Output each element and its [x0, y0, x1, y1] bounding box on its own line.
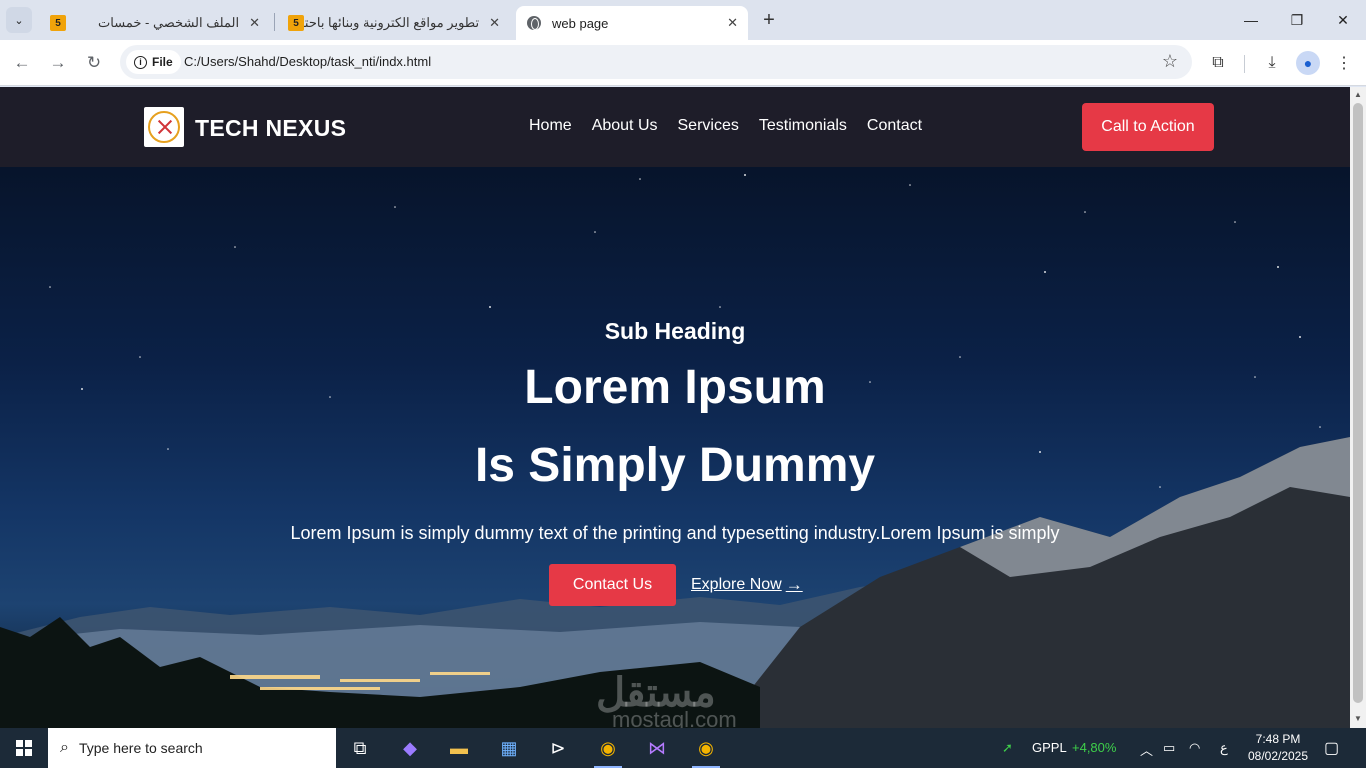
minimize-button[interactable]: — — [1228, 0, 1274, 40]
nav-home[interactable]: Home — [529, 117, 572, 135]
stock-name[interactable]: GPPL — [1032, 740, 1067, 755]
browser-tab[interactable]: 5 تطوير مواقع الكترونية وبنائها باحتر ✕ — [278, 6, 510, 40]
chevron-down-icon: ⌄ — [14, 14, 24, 27]
explore-now-link[interactable]: Explore Now → — [691, 575, 803, 595]
nav-testimonials[interactable]: Testimonials — [759, 117, 847, 135]
menu-kebab-icon[interactable]: ⋮ — [1332, 51, 1356, 75]
bookmark-star-icon[interactable]: ☆ — [1162, 51, 1178, 72]
visual-studio-icon[interactable]: ⋈ — [641, 732, 673, 764]
brand-name[interactable]: TECH NEXUS — [195, 115, 346, 142]
copilot-icon[interactable]: ◆ — [394, 732, 426, 764]
contact-us-button[interactable]: Contact Us — [549, 564, 676, 606]
globe-icon — [526, 15, 542, 31]
file-explorer-icon[interactable]: ▬ — [443, 732, 475, 764]
extensions-puzzle-icon[interactable]: ⧉ — [1206, 51, 1230, 75]
close-window-button[interactable]: ✕ — [1320, 0, 1366, 40]
microsoft-store-icon[interactable]: ▦ — [493, 732, 525, 764]
khamsat-favicon-icon: 5 — [50, 15, 66, 31]
browser-toolbar: ← → ↻ i File C:/Users/Shahd/Desktop/task… — [0, 40, 1366, 86]
forward-arrow-icon[interactable]: → — [46, 51, 70, 75]
windows-taskbar: ⌕ Type here to search ⧉ ◆ ▬ ▦ ⊳ ◉ ⋈ ◉ ➚ … — [0, 728, 1366, 768]
tab-strip: ⌄ 5 الملف الشخصي - خمسات ✕ 5 تطوير مواقع… — [0, 0, 1366, 40]
main-menu: Home About Us Services Testimonials Cont… — [529, 117, 922, 135]
hero-sub-heading: Sub Heading — [604, 318, 746, 344]
explore-now-label: Explore Now — [691, 576, 782, 593]
stock-change[interactable]: +4,80% — [1072, 740, 1116, 755]
tab-search-button[interactable]: ⌄ — [6, 7, 32, 33]
hero-title-line-1: Lorem Ipsum — [524, 361, 826, 414]
mostaql-watermark-url: mostaql.com — [612, 707, 737, 728]
scroll-down-icon[interactable]: ▼ — [1354, 714, 1362, 723]
vertical-scrollbar[interactable]: ▲ ▼ — [1350, 87, 1366, 728]
page-viewport: TECH NEXUS Home About Us Services Testim… — [0, 87, 1350, 728]
search-icon: ⌕ — [60, 739, 69, 756]
nav-contact[interactable]: Contact — [867, 117, 922, 135]
nav-about-us[interactable]: About Us — [592, 117, 658, 135]
tab-title: web page — [552, 15, 609, 31]
hero-title-line-2: Is Simply Dummy — [474, 439, 876, 492]
tray-chevron-up-icon[interactable]: ︿ — [1140, 740, 1153, 759]
visual-studio-code-icon[interactable]: ⊳ — [542, 732, 574, 764]
address-bar[interactable]: i File C:/Users/Shahd/Desktop/task_nti/i… — [120, 45, 1192, 79]
browser-tab-active[interactable]: web page ✕ — [516, 6, 748, 40]
start-button[interactable] — [0, 728, 48, 768]
search-placeholder: Type here to search — [78, 740, 203, 756]
site-info-chip[interactable]: i File — [126, 50, 181, 74]
task-view-icon[interactable]: ⧉ — [344, 732, 376, 764]
site-logo[interactable] — [144, 107, 184, 147]
arrow-right-icon: → — [785, 575, 803, 594]
profile-avatar-icon[interactable]: ● — [1296, 51, 1320, 75]
tab-divider — [274, 13, 275, 31]
toolbar-divider — [1244, 55, 1245, 73]
tab-title: الملف الشخصي - خمسات — [98, 15, 240, 30]
nav-services[interactable]: Services — [678, 117, 739, 135]
reload-icon[interactable]: ↻ — [82, 51, 106, 75]
back-arrow-icon[interactable]: ← — [10, 51, 34, 75]
site-navbar: TECH NEXUS Home About Us Services Testim… — [0, 87, 1350, 167]
notifications-icon[interactable]: ▢ — [1324, 738, 1339, 758]
battery-icon[interactable]: ▭ — [1163, 740, 1175, 756]
close-tab-icon[interactable]: ✕ — [727, 15, 738, 31]
tab-title: تطوير مواقع الكترونية وبنائها باحتر — [304, 15, 480, 30]
new-tab-button[interactable]: + — [758, 9, 780, 31]
stock-trend-icon: ➚ — [1002, 740, 1013, 755]
windows-logo-icon — [16, 740, 32, 756]
browser-tab[interactable]: 5 الملف الشخصي - خمسات ✕ — [40, 6, 270, 40]
download-icon[interactable]: ⤓ — [1260, 51, 1284, 75]
clock-time: 7:48 PM — [1255, 732, 1301, 746]
call-to-action-button[interactable]: Call to Action — [1082, 103, 1214, 151]
chrome-icon[interactable]: ◉ — [592, 732, 624, 768]
restore-button[interactable]: ❐ — [1274, 0, 1320, 40]
hero-buttons: Contact Us Explore Now → — [549, 564, 803, 606]
scroll-up-icon[interactable]: ▲ — [1354, 90, 1362, 99]
info-icon: i — [134, 55, 147, 69]
taskbar-search[interactable]: ⌕ Type here to search — [48, 728, 336, 768]
chrome-profile-icon[interactable]: ◉ — [690, 732, 722, 768]
close-tab-icon[interactable]: ✕ — [249, 15, 260, 31]
wifi-icon[interactable]: ◠ — [1189, 740, 1200, 756]
khamsat-favicon-icon: 5 — [288, 15, 304, 31]
logo-mark-icon — [148, 111, 180, 143]
clock-date: 08/02/2025 — [1247, 749, 1309, 763]
scrollbar-thumb[interactable] — [1353, 103, 1363, 703]
url-text[interactable]: C:/Users/Shahd/Desktop/task_nti/indx.htm… — [184, 54, 431, 69]
hero-section: Sub Heading Lorem Ipsum Is Simply Dummy … — [0, 167, 1350, 728]
system-clock[interactable]: 7:48 PM 08/02/2025 — [1244, 731, 1312, 765]
close-tab-icon[interactable]: ✕ — [489, 15, 500, 31]
hero-paragraph: Lorem Ipsum is simply dummy text of the … — [290, 523, 1060, 543]
input-language[interactable]: ع — [1220, 740, 1228, 756]
site-chip-label: File — [152, 55, 173, 69]
